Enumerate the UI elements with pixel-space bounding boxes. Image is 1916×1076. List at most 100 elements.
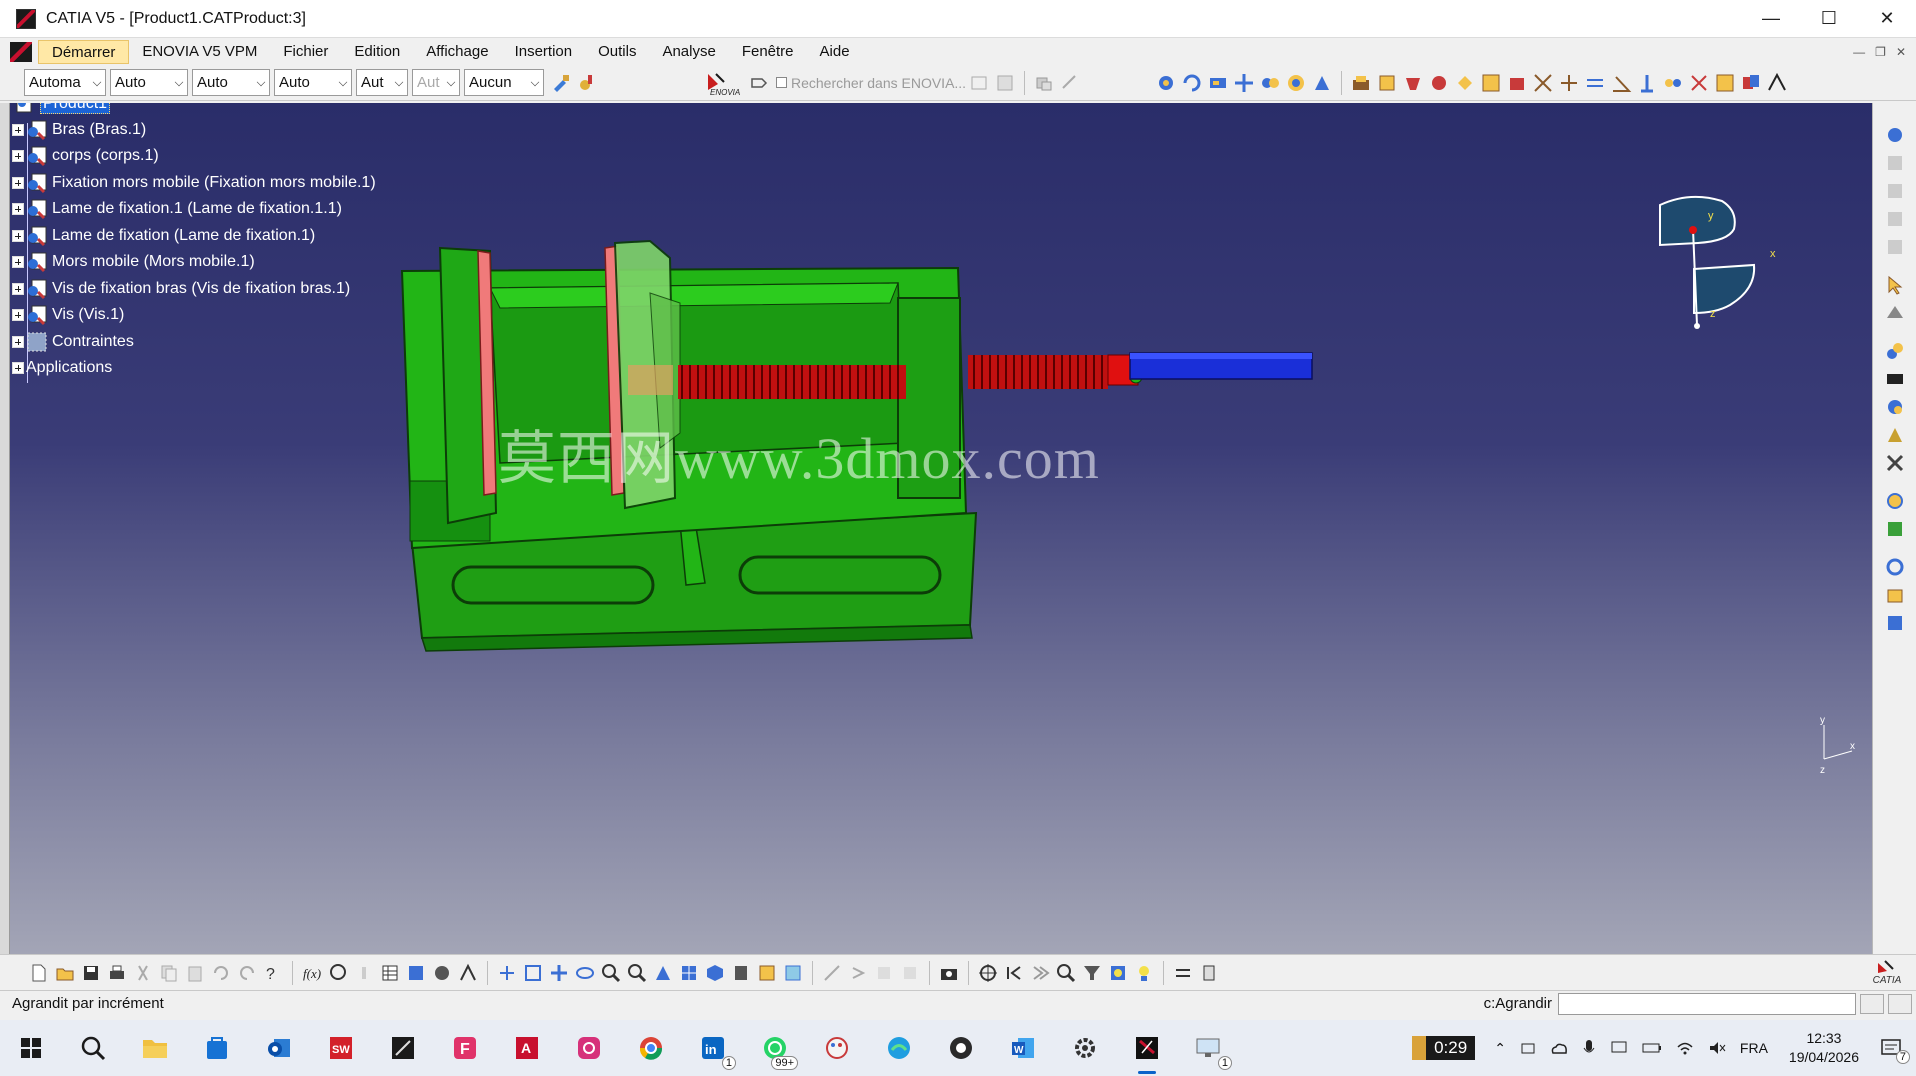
zoom-out-icon[interactable]	[626, 962, 648, 984]
instagram-icon[interactable]	[558, 1020, 620, 1076]
expand-toggle[interactable]	[12, 256, 24, 268]
expand-toggle[interactable]	[12, 309, 24, 321]
connect-icon[interactable]	[1172, 962, 1194, 984]
language-indicator[interactable]: FRA	[1740, 1040, 1768, 1056]
menu-insertion[interactable]: Insertion	[502, 40, 586, 64]
reuse-pattern-icon[interactable]	[1766, 72, 1788, 94]
menu-enovia[interactable]: ENOVIA V5 VPM	[129, 40, 270, 64]
measure-icon[interactable]	[1884, 396, 1906, 418]
linkedin-icon[interactable]: in 1	[682, 1020, 744, 1076]
hide-show-bottom-icon[interactable]	[756, 962, 778, 984]
lamp-icon[interactable]	[1133, 962, 1155, 984]
space-analysis-icon[interactable]	[1884, 340, 1906, 362]
onedrive-icon[interactable]	[1550, 1041, 1568, 1055]
microsoft-store-icon[interactable]	[186, 1020, 248, 1076]
new-document-icon[interactable]	[28, 962, 50, 984]
tree-item-lame-fixation-1[interactable]: Lame de fixation.1 (Lame de fixation.1.1…	[12, 196, 342, 222]
pan-icon[interactable]	[548, 962, 570, 984]
framer-icon[interactable]: F	[434, 1020, 496, 1076]
enovia-search-field[interactable]: Rechercher dans ENOVIA...	[776, 75, 966, 91]
expand-toggle[interactable]	[12, 124, 24, 136]
microphone-icon[interactable]	[1582, 1039, 1596, 1057]
tree-item-applications[interactable]: Applications	[12, 355, 112, 381]
rendering-select[interactable]: Aucun	[464, 69, 544, 96]
tree-item-vis-fixation-bras[interactable]: Vis de fixation bras (Vis de fixation br…	[12, 276, 350, 302]
swap-space-icon[interactable]	[782, 962, 804, 984]
rotate-view-icon[interactable]	[1181, 72, 1203, 94]
close-button[interactable]: ✕	[1858, 0, 1916, 38]
first-frame-icon[interactable]	[1003, 962, 1025, 984]
mdi-close-button[interactable]: ✕	[1896, 45, 1906, 59]
line-weight-select[interactable]: Auto	[110, 69, 188, 96]
explode-icon[interactable]	[1285, 72, 1307, 94]
offset-constraint-icon[interactable]	[1584, 72, 1606, 94]
annotation-icon[interactable]	[1884, 490, 1906, 512]
formula-fx-icon[interactable]: f(x)	[301, 962, 323, 984]
settings-gear-icon[interactable]	[1054, 1020, 1116, 1076]
paint-icon[interactable]	[806, 1020, 868, 1076]
menu-analyse[interactable]: Analyse	[649, 40, 728, 64]
whatsapp-icon[interactable]: 99+	[744, 1020, 806, 1076]
recording-timer[interactable]: 0:29	[1412, 1036, 1476, 1060]
paint-brush-icon[interactable]	[550, 72, 572, 94]
word-icon[interactable]: W	[992, 1020, 1054, 1076]
sensor-icon[interactable]	[1884, 302, 1906, 324]
menu-edition[interactable]: Edition	[341, 40, 413, 64]
menu-fenetre[interactable]: Fenêtre	[729, 40, 807, 64]
command-input[interactable]	[1558, 992, 1856, 1015]
catia-menu-icon[interactable]	[10, 41, 32, 62]
format-painter-icon[interactable]	[576, 72, 598, 94]
print-icon[interactable]	[106, 962, 128, 984]
volume-muted-icon[interactable]	[1708, 1040, 1726, 1056]
save-icon[interactable]	[80, 962, 102, 984]
start-button[interactable]	[0, 1020, 62, 1076]
expand-toggle[interactable]	[12, 177, 24, 189]
tree-item-label[interactable]: Vis de fixation bras (Vis de fixation br…	[52, 280, 350, 298]
clock[interactable]: 12:33 19/04/2026	[1789, 1029, 1859, 1067]
line-style-select[interactable]: Automa	[24, 69, 106, 96]
tree-item-corps[interactable]: corps (corps.1)	[12, 143, 159, 169]
tree-root-label[interactable]: Product1	[40, 103, 111, 114]
select-arrow-icon[interactable]	[1884, 274, 1906, 296]
display-icon[interactable]	[1610, 1040, 1628, 1056]
shading-icon[interactable]	[730, 962, 752, 984]
enovia-search-icon[interactable]	[748, 72, 770, 94]
sheet-icon[interactable]	[1198, 962, 1220, 984]
whats-this-icon[interactable]: ?	[262, 962, 284, 984]
chrome-icon[interactable]	[620, 1020, 682, 1076]
fix-component-icon[interactable]	[1636, 72, 1658, 94]
comment-icon[interactable]	[327, 962, 349, 984]
scene-icon[interactable]	[1884, 424, 1906, 446]
table-icon[interactable]	[379, 962, 401, 984]
tree-item-mors-mobile[interactable]: Mors mobile (Mors mobile.1)	[12, 249, 255, 275]
generate-numbering-icon[interactable]	[1506, 72, 1528, 94]
formula-icon[interactable]	[1884, 584, 1906, 606]
normal-view-icon[interactable]	[652, 962, 674, 984]
search-icon[interactable]	[1055, 962, 1077, 984]
hide-show-icon[interactable]	[1207, 72, 1229, 94]
new-part-icon[interactable]	[1402, 72, 1424, 94]
new-component-icon[interactable]	[1350, 72, 1372, 94]
command-option-button[interactable]	[1860, 993, 1884, 1014]
remote-desktop-icon[interactable]: 1	[1178, 1020, 1240, 1076]
tree-item-label[interactable]: Bras (Bras.1)	[52, 121, 146, 139]
coincidence-constraint-icon[interactable]	[1532, 72, 1554, 94]
camera-icon[interactable]	[938, 962, 960, 984]
compass-icon[interactable]: y x z	[1650, 193, 1780, 333]
notifications-icon[interactable]: 7	[1880, 1038, 1910, 1064]
menu-affichage[interactable]: Affichage	[413, 40, 501, 64]
fly-icon[interactable]	[496, 962, 518, 984]
layer-select[interactable]: Aut	[356, 69, 408, 96]
catia-taskbar-icon[interactable]	[372, 1020, 434, 1076]
enovia-logo-icon[interactable]: ENOVIA	[702, 72, 744, 96]
change-constraint-icon[interactable]	[1740, 72, 1762, 94]
multi-view-icon[interactable]	[678, 962, 700, 984]
product-structure-icon[interactable]	[1884, 124, 1906, 146]
zoom-in-icon[interactable]	[600, 962, 622, 984]
point-type-select[interactable]: Auto	[274, 69, 352, 96]
contact-constraint-icon[interactable]	[1558, 72, 1580, 94]
tree-item-label[interactable]: Fixation mors mobile (Fixation mors mobi…	[52, 174, 376, 192]
mdi-minimize-button[interactable]: —	[1853, 45, 1865, 59]
tree-item-label[interactable]: Applications	[26, 359, 112, 377]
minimize-button[interactable]: —	[1742, 0, 1800, 38]
